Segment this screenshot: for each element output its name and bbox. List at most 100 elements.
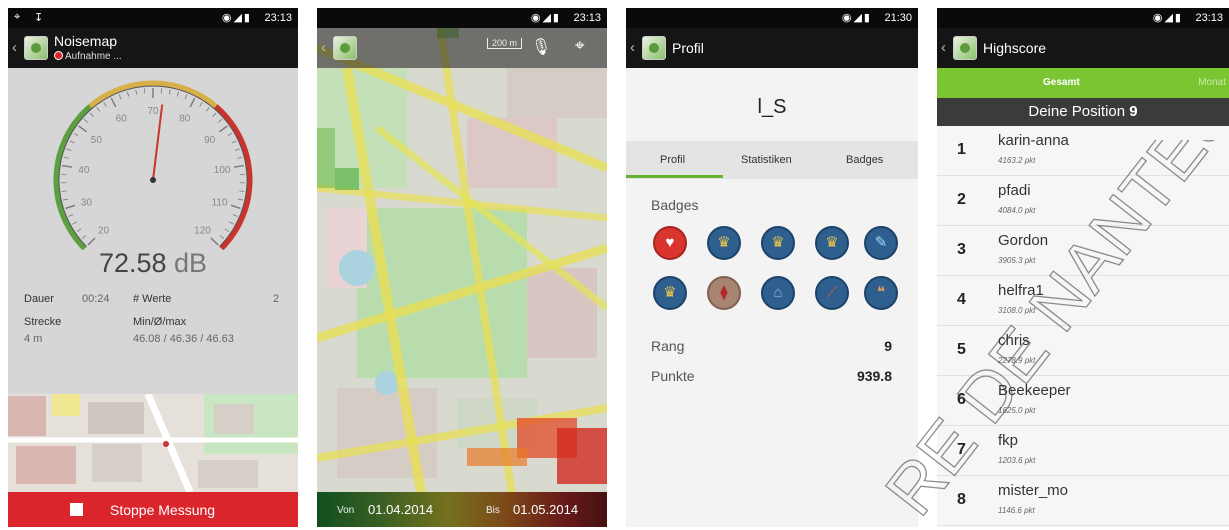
row-rank: 8: [957, 491, 966, 509]
back-icon[interactable]: ‹: [321, 39, 326, 56]
distance-label: Strecke: [24, 316, 61, 328]
decibel-unit: dB: [174, 248, 207, 278]
highscore-period-tabs: Gesamt Monat: [937, 68, 1229, 98]
highscore-row[interactable]: 3Gordon3905.3 pkt: [937, 226, 1229, 276]
row-rank: 2: [957, 191, 966, 209]
map-scale: 200 m: [487, 38, 522, 49]
gauge-tick: [225, 229, 229, 232]
gauge-tick: [231, 205, 241, 208]
tab-badges[interactable]: Badges: [846, 154, 883, 166]
app-logo-icon[interactable]: [24, 36, 48, 60]
badges-heading: Badges: [651, 197, 698, 213]
from-date[interactable]: 01.04.2014: [368, 502, 433, 517]
gauge-tick: [213, 113, 216, 117]
gauge-tick: [82, 235, 86, 238]
museum-badge-icon[interactable]: ⌂: [761, 276, 795, 310]
profile-screen: ◉◢▮ 21:30 ‹ Profil l_S Profil Statistike…: [626, 8, 918, 527]
gauge-tick: [190, 98, 195, 107]
trophy-badge-icon[interactable]: ♛: [761, 226, 795, 260]
gauge-tick: [84, 119, 88, 122]
stop-square-icon: [70, 503, 83, 516]
minmax-value: 46.08 / 46.36 / 46.63: [133, 333, 234, 345]
highscore-row[interactable]: 1karin-anna4163.2 pkt: [937, 126, 1229, 176]
gauge-tick: [169, 90, 170, 95]
mini-map[interactable]: [8, 394, 298, 492]
position-value: 9: [1129, 103, 1137, 120]
gauge-tick-label: 40: [78, 165, 90, 176]
back-icon[interactable]: ‹: [941, 39, 946, 56]
row-username: mister_mo: [998, 482, 1068, 499]
tab-profil[interactable]: Profil: [660, 154, 685, 166]
status-bar: ◉◢▮ 23:13: [937, 8, 1229, 28]
signal-battery-icon: ◉◢▮: [531, 11, 561, 24]
date-range-bar[interactable]: Von 01.04.2014 Bis 01.05.2014: [317, 492, 607, 527]
gauge-tick: [233, 215, 238, 217]
row-username: pfadi: [998, 182, 1031, 199]
compass-badge-icon[interactable]: ⟋: [815, 276, 849, 310]
trophy-badge-icon[interactable]: ♛: [707, 226, 741, 260]
tab-gesamt[interactable]: Gesamt: [1043, 77, 1080, 88]
gauge-tick: [237, 157, 242, 158]
gauge-tick: [234, 166, 244, 168]
tab-statistiken[interactable]: Statistiken: [741, 154, 792, 166]
values-label: # Werte: [133, 293, 171, 305]
row-username: chris: [998, 332, 1030, 349]
decibel-readout: 72.58 dB: [8, 248, 298, 279]
highscore-row[interactable]: 2pfadi4084.0 pkt: [937, 176, 1229, 226]
gauge-tick: [119, 94, 121, 99]
stop-measurement-button[interactable]: Stoppe Messung: [8, 492, 298, 527]
highscore-row[interactable]: 7fkp1203.6 pkt: [937, 426, 1229, 476]
tab-monat[interactable]: Monat: [1198, 77, 1226, 88]
status-bar: ◉◢▮ 21:30: [626, 8, 918, 28]
gauge-tick: [218, 119, 222, 122]
gauge-tick: [228, 133, 232, 136]
highscore-row[interactable]: 5chris2278.9 pkt: [937, 326, 1229, 376]
trophy-badge-icon[interactable]: ♛: [815, 226, 849, 260]
gauge-tick: [238, 199, 243, 200]
highscore-row[interactable]: 8 mister_mo 1146.6 pkt: [937, 476, 1229, 526]
to-date[interactable]: 01.05.2014: [513, 502, 578, 517]
gauge-tick: [69, 215, 74, 217]
locate-icon[interactable]: ⌖: [575, 36, 585, 56]
tie-badge-icon[interactable]: ⧫: [707, 276, 741, 310]
chat-badge-icon[interactable]: ✎: [864, 226, 898, 260]
mini-map-tiles: [8, 394, 298, 492]
status-time: 23:13: [573, 12, 601, 24]
minmax-label: Min/Ø/max: [133, 316, 186, 328]
row-points: 1146.6 pkt: [998, 506, 1035, 515]
trophy-badge-icon[interactable]: ♛: [653, 276, 687, 310]
row-username: helfra1: [998, 282, 1044, 299]
row-rank: 3: [957, 241, 966, 259]
status-bar: ◉◢▮ 23:13: [317, 8, 607, 28]
active-tab-indicator: [626, 175, 723, 178]
noisemap-recording-screen: ⌖ ↧ ◉◢▮ 23:13 ‹ Noisemap Aufnahme ... 20…: [8, 8, 298, 527]
gauge-tick-label: 30: [81, 198, 93, 209]
app-logo-icon[interactable]: [953, 36, 977, 60]
speech-badge-icon[interactable]: ❝: [864, 276, 898, 310]
gauge-tick: [62, 166, 72, 168]
highscore-row[interactable]: 4helfra13108.0 pkt: [937, 276, 1229, 326]
back-icon[interactable]: ‹: [630, 39, 635, 56]
action-bar: ‹ Profil: [626, 28, 918, 68]
gauge-tick: [77, 229, 81, 232]
highscore-row[interactable]: 6Beekeeper1625.0 pkt: [937, 376, 1229, 426]
row-rank: 4: [957, 291, 966, 309]
action-bar: ‹ Noisemap Aufnahme ...: [8, 28, 298, 68]
gauge-tick-label: 110: [212, 198, 228, 209]
app-logo-icon[interactable]: [642, 36, 666, 60]
gauge-tick: [219, 126, 227, 132]
signal-battery-icon: ◉◢▮: [1153, 11, 1183, 24]
gauge-tick: [200, 102, 203, 106]
gauge-tick: [79, 126, 87, 132]
microphone-icon[interactable]: 🎙: [531, 37, 551, 57]
noise-heat-map[interactable]: [317, 8, 607, 527]
gauge-tick: [63, 199, 68, 200]
back-icon[interactable]: ‹: [12, 39, 17, 56]
heart-badge-icon[interactable]: ♥: [653, 226, 687, 260]
decibel-gauge: 2030405060708090100110120: [48, 70, 258, 250]
page-title: Highscore: [983, 40, 1046, 56]
app-logo-icon[interactable]: [333, 36, 357, 60]
row-rank: 1: [957, 141, 966, 159]
gauge-tick: [211, 238, 218, 245]
action-bar: ‹ Highscore: [937, 28, 1229, 68]
